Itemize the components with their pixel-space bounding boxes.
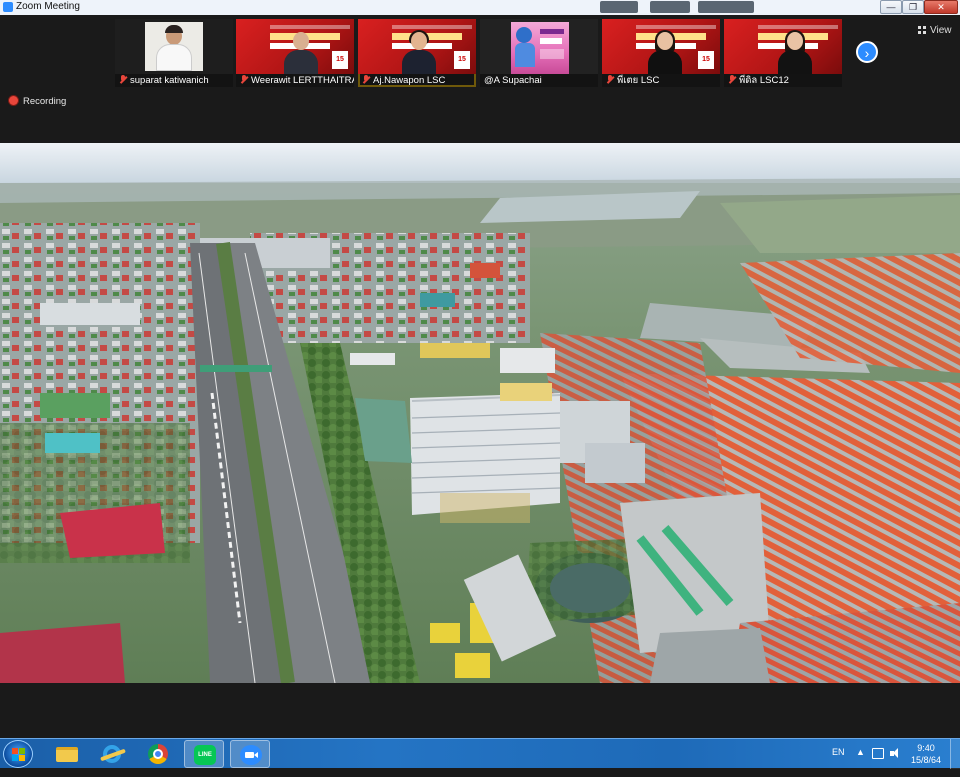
participant-name: suparat katiwanich bbox=[115, 74, 233, 87]
participant-tile[interactable]: @A Supachai bbox=[480, 19, 598, 87]
recording-indicator[interactable]: Recording bbox=[9, 96, 66, 107]
mic-muted-icon bbox=[606, 75, 614, 84]
title-bar: Zoom Meeting — ❐ ✕ bbox=[0, 0, 960, 15]
participant-video bbox=[778, 30, 812, 74]
windows-logo-icon bbox=[12, 748, 25, 761]
minimize-button[interactable]: — bbox=[880, 0, 902, 14]
network-icon[interactable] bbox=[872, 748, 884, 759]
taskbar-app-internet-explorer[interactable] bbox=[92, 740, 132, 768]
title-hint-pill bbox=[600, 1, 638, 13]
participant-video bbox=[402, 30, 436, 74]
mic-muted-icon bbox=[362, 75, 370, 84]
record-dot-icon bbox=[9, 96, 18, 105]
line-icon: LINE bbox=[194, 745, 216, 765]
mic-muted-icon bbox=[728, 75, 736, 84]
participant-tile[interactable]: 15 Weerawit LERTTHAITRAKUL bbox=[236, 19, 354, 87]
zoom-icon bbox=[240, 745, 262, 765]
participant-tile[interactable]: 15 พี่เตย LSC bbox=[602, 19, 720, 87]
clock-time: 9:40 bbox=[917, 743, 935, 753]
participant-tile[interactable]: พี่ดิล LSC12 bbox=[724, 19, 842, 87]
participant-gallery: suparat katiwanich 15 Weerawit LERTTHAIT… bbox=[0, 15, 960, 143]
participant-name: Aj.Nawapon LSC bbox=[358, 74, 476, 87]
close-button[interactable]: ✕ bbox=[924, 0, 958, 14]
title-hint-pill bbox=[650, 1, 690, 13]
clock-date: 15/8/64 bbox=[910, 755, 942, 765]
view-button[interactable]: View bbox=[918, 25, 952, 36]
grid-view-icon bbox=[918, 26, 926, 34]
participant-name: @A Supachai bbox=[480, 74, 598, 87]
participant-tile-active-speaker[interactable]: 15 Aj.Nawapon LSC bbox=[358, 19, 476, 87]
aerial-city-image bbox=[0, 143, 960, 683]
ie-icon bbox=[103, 745, 121, 763]
taskbar-app-chrome[interactable] bbox=[138, 740, 178, 768]
participant-name: Weerawit LERTTHAITRAKUL bbox=[236, 74, 354, 87]
language-indicator[interactable]: EN bbox=[832, 747, 845, 777]
mic-muted-icon bbox=[240, 75, 248, 84]
taskbar-app-zoom[interactable] bbox=[230, 740, 270, 768]
taskbar-app-file-explorer[interactable] bbox=[46, 740, 86, 768]
participant-video bbox=[648, 30, 682, 74]
participant-video bbox=[284, 32, 318, 74]
zoom-app-icon bbox=[3, 2, 13, 12]
folder-icon bbox=[56, 747, 78, 762]
windows-taskbar: LINE EN ▲ 9:40 15/8/64 bbox=[0, 738, 960, 769]
show-desktop-button[interactable] bbox=[950, 739, 960, 769]
next-page-button[interactable]: › bbox=[856, 41, 878, 63]
taskbar-app-line[interactable]: LINE bbox=[184, 740, 224, 768]
participant-name: พี่ดิล LSC12 bbox=[724, 74, 842, 87]
window-title: Zoom Meeting bbox=[16, 1, 80, 12]
meeting-bottom-area bbox=[0, 683, 960, 738]
show-hidden-icons-button[interactable]: ▲ bbox=[856, 747, 865, 777]
title-hint-pill bbox=[698, 1, 754, 13]
participant-name: พี่เตย LSC bbox=[602, 74, 720, 87]
shared-screen bbox=[0, 143, 960, 683]
mic-muted-icon bbox=[119, 75, 127, 84]
maximize-button[interactable]: ❐ bbox=[902, 0, 924, 14]
chrome-icon bbox=[148, 744, 168, 764]
participant-tile[interactable]: suparat katiwanich bbox=[115, 19, 233, 87]
volume-icon[interactable] bbox=[890, 748, 902, 759]
start-button[interactable] bbox=[3, 740, 33, 768]
zoom-meeting-window: Zoom Meeting — ❐ ✕ suparat katiwanich 15… bbox=[0, 0, 960, 738]
